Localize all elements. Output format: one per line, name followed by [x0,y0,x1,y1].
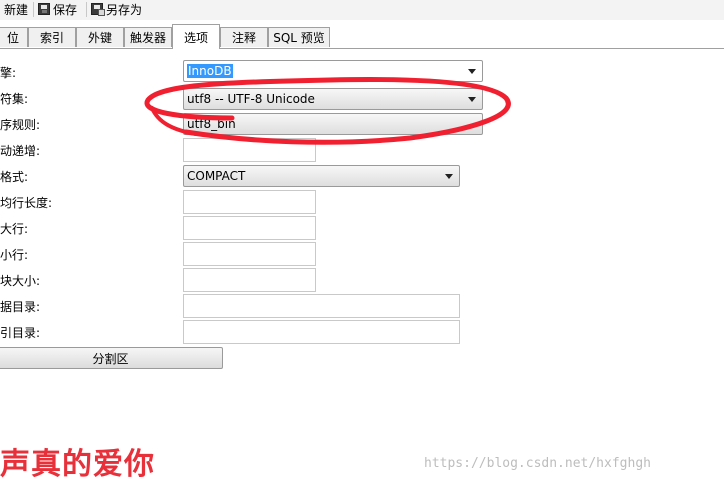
new-label: 新建 [4,2,29,17]
collation-label: 序规则: [0,118,41,132]
tab-indexes[interactable]: 索引 [28,27,76,47]
toolbar: 新建 保存 另存为 [0,0,724,20]
min-rows-label: 小行: [0,248,29,262]
charset-select[interactable]: utf8 -- UTF-8 Unicode [183,88,483,110]
key-block-size-label: 块大小: [0,274,41,288]
engine-label: 擎: [0,66,17,80]
tab-sql-preview[interactable]: SQL 预览 [268,27,330,47]
data-directory-label: 据目录: [0,300,41,314]
key-block-size-input[interactable] [183,268,316,292]
chevron-down-icon [468,97,476,102]
new-button[interactable]: 新建 [4,0,28,18]
index-directory-label: 引目录: [0,326,41,340]
avg-row-length-input[interactable] [183,190,316,214]
save-as-button[interactable]: 另存为 [91,0,142,18]
save-as-label: 另存为 [106,2,143,17]
save-as-icon [91,3,105,16]
tab-foreign-keys[interactable]: 外键 [76,27,124,47]
partition-button[interactable]: 分割区 [0,347,223,369]
row-format-label: 格式: [0,170,29,184]
tab-fields[interactable]: 位 [0,27,28,47]
save-icon [38,3,50,15]
toolbar-separator [86,2,87,17]
max-rows-input[interactable] [183,216,316,240]
collation-value: utf8_bin [187,117,236,131]
tab-triggers[interactable]: 触发器 [124,27,172,47]
chevron-down-icon [468,69,476,74]
max-rows-label: 大行: [0,222,29,236]
avg-row-length-label: 均行长度: [0,196,53,210]
tab-bar: 位 索引 外键 触发器 选项 注释 SQL 预览 [0,24,724,49]
toolbar-separator [33,2,34,17]
data-directory-input[interactable] [183,294,460,318]
row-format-value: COMPACT [187,169,246,183]
row-format-select[interactable]: COMPACT [183,165,460,187]
min-rows-input[interactable] [183,242,316,266]
charset-value: utf8 -- UTF-8 Unicode [187,92,315,106]
watermark: https://blog.csdn.net/hxfghgh [424,456,651,471]
engine-value: InnoDB [187,64,233,78]
charset-label: 符集: [0,92,29,106]
index-directory-input[interactable] [183,320,460,344]
auto-increment-input[interactable] [183,138,316,162]
engine-select[interactable]: InnoDB [183,60,483,82]
tab-comment[interactable]: 注释 [220,27,268,47]
save-label: 保存 [53,2,78,17]
chevron-down-icon [445,174,453,179]
save-button[interactable]: 保存 [38,0,77,18]
auto-increment-label: 动递增: [0,144,41,158]
handwritten-annotation: 声真的爱你 [0,447,155,482]
collation-select[interactable]: utf8_bin [183,113,483,135]
tab-options[interactable]: 选项 [172,24,220,49]
